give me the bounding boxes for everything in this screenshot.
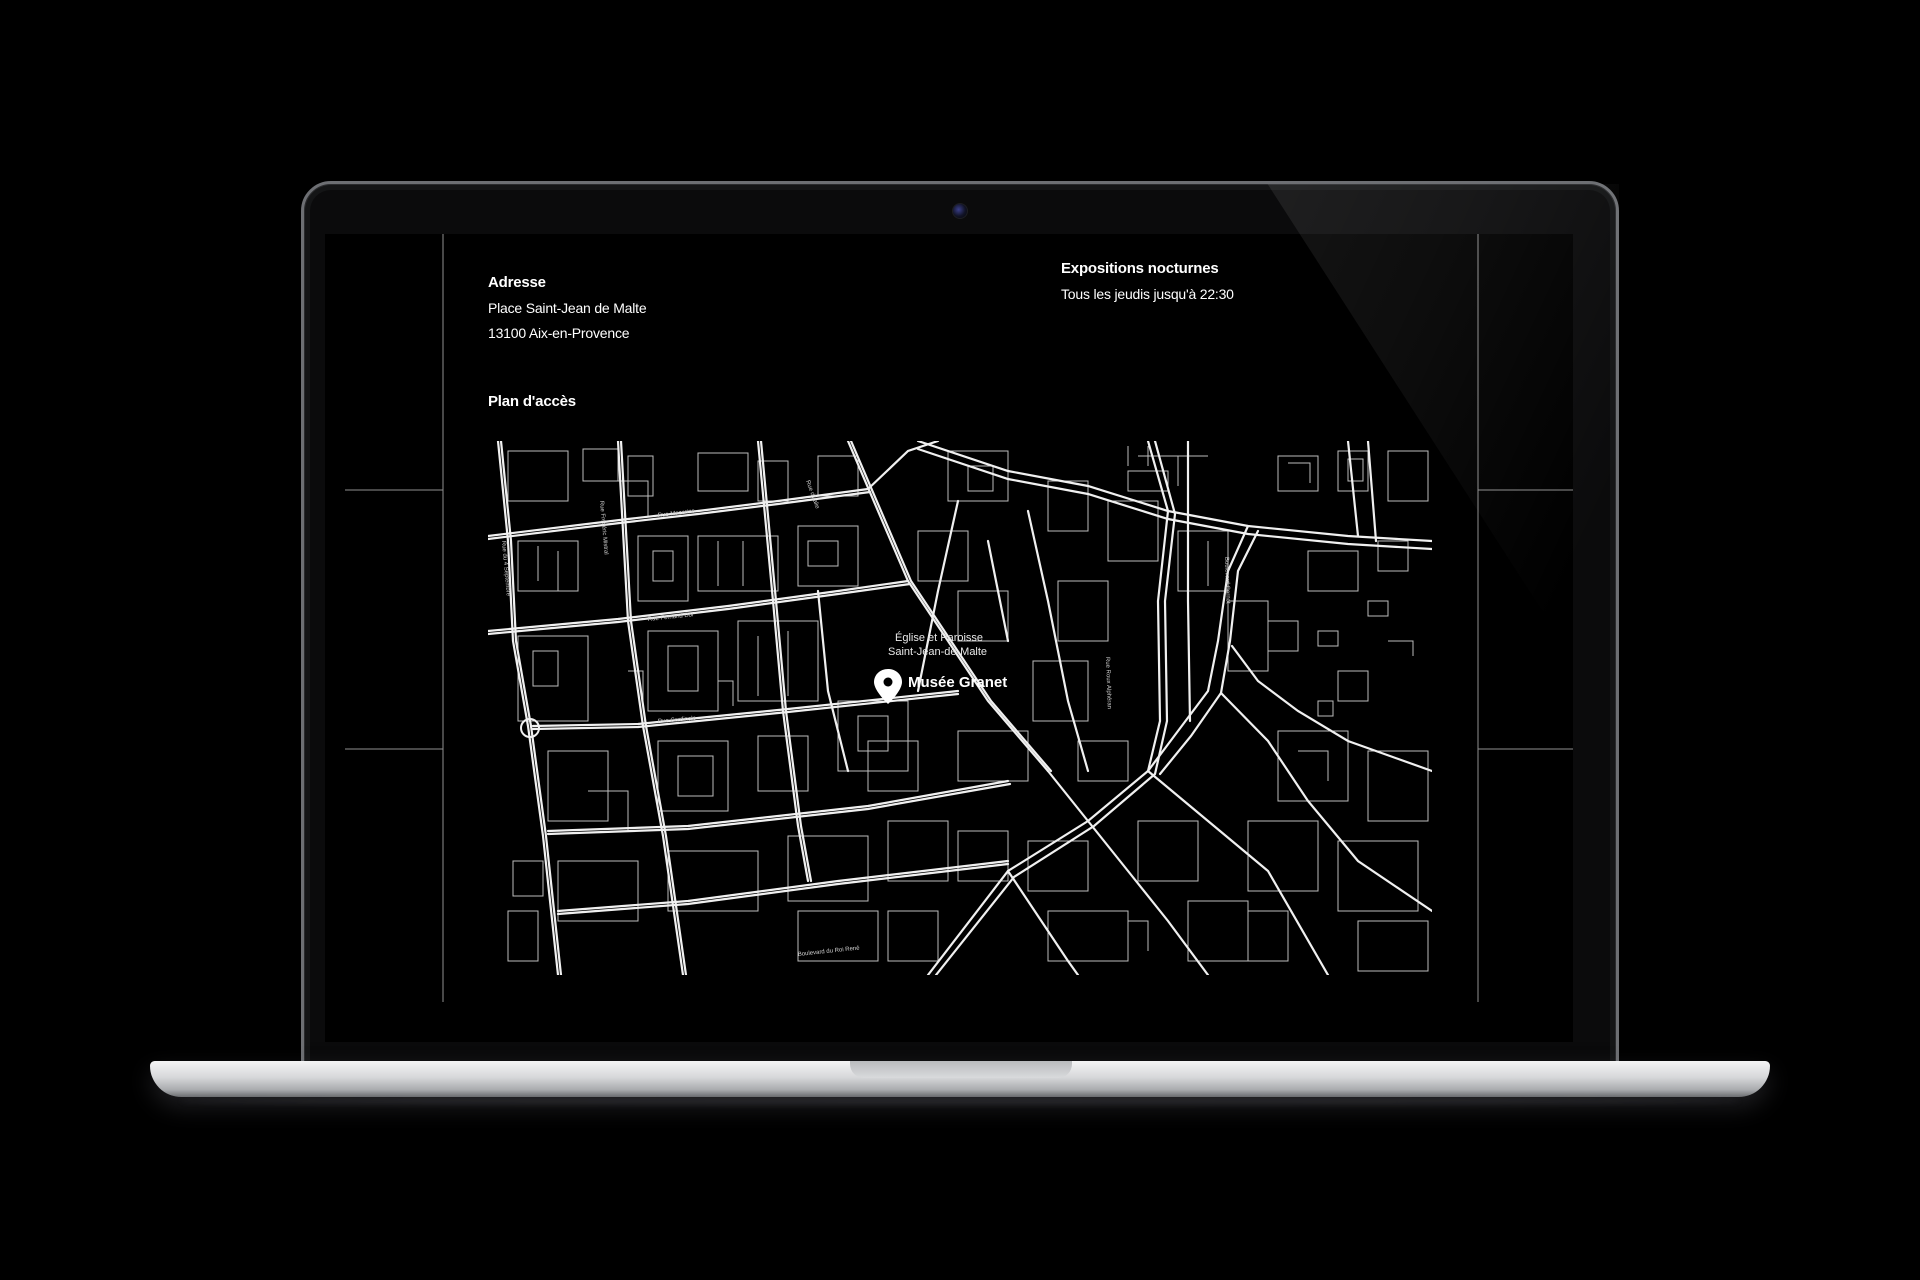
address-line-2: 13100 Aix-en-Provence [488, 325, 630, 341]
laptop-opening-notch [850, 1061, 1072, 1078]
laptop-shadow [180, 1097, 1740, 1105]
address-line-1: Place Saint-Jean de Malte [488, 300, 647, 316]
night-exhibitions-text: Tous les jeudis jusqu'à 22:30 [1061, 286, 1234, 302]
access-map-heading: Plan d'accès [488, 393, 576, 410]
museum-label: Musée Granet [908, 674, 1007, 691]
night-exhibitions-heading: Expositions nocturnes [1061, 260, 1219, 277]
address-heading: Adresse [488, 274, 546, 291]
screen: Adresse Place Saint-Jean de Malte 13100 … [325, 234, 1573, 1042]
access-map[interactable]: Rue Frédéric Mistral Rue Mazarine Rue du… [488, 441, 1432, 975]
street-map: Rue Frédéric Mistral Rue Mazarine Rue du… [488, 441, 1432, 975]
church-label-line-2: Saint-Jean-de-Malte [888, 646, 987, 658]
webcam-icon [952, 203, 968, 219]
church-label-line-1: Église et Paroisse [895, 631, 983, 644]
